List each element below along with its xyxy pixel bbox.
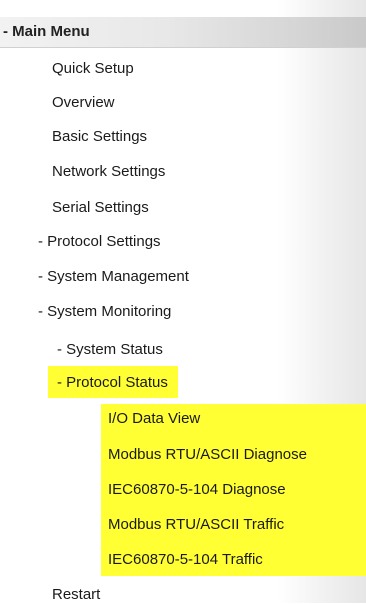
menu-item-network-settings[interactable]: Network Settings: [52, 162, 165, 181]
menu-item-io-data-view[interactable]: I/O Data View: [108, 409, 200, 428]
menu-item-system-management[interactable]: - System Management: [38, 267, 189, 286]
menu-item-overview[interactable]: Overview: [52, 93, 115, 112]
menu-item-serial-settings[interactable]: Serial Settings: [52, 198, 149, 217]
menu-item-system-status[interactable]: - System Status: [57, 340, 163, 359]
main-menu-panel: - Main Menu Quick Setup Overview Basic S…: [0, 0, 366, 603]
menu-item-iec60870-diagnose[interactable]: IEC60870-5-104 Diagnose: [108, 480, 286, 499]
menu-item-modbus-rtu-ascii-diagnose[interactable]: Modbus RTU/ASCII Diagnose: [108, 445, 307, 464]
menu-item-iec60870-traffic[interactable]: IEC60870-5-104 Traffic: [108, 550, 263, 569]
menu-item-quick-setup[interactable]: Quick Setup: [52, 59, 134, 78]
main-menu-title[interactable]: - Main Menu: [3, 23, 90, 40]
menu-item-basic-settings[interactable]: Basic Settings: [52, 127, 147, 146]
main-menu-header[interactable]: - Main Menu: [0, 17, 366, 48]
menu-item-protocol-status[interactable]: - Protocol Status: [57, 373, 168, 392]
menu-item-system-monitoring[interactable]: - System Monitoring: [38, 302, 171, 321]
menu-item-protocol-settings[interactable]: - Protocol Settings: [38, 232, 161, 251]
menu-item-restart[interactable]: Restart: [52, 585, 100, 604]
menu-item-modbus-rtu-ascii-traffic[interactable]: Modbus RTU/ASCII Traffic: [108, 515, 284, 534]
